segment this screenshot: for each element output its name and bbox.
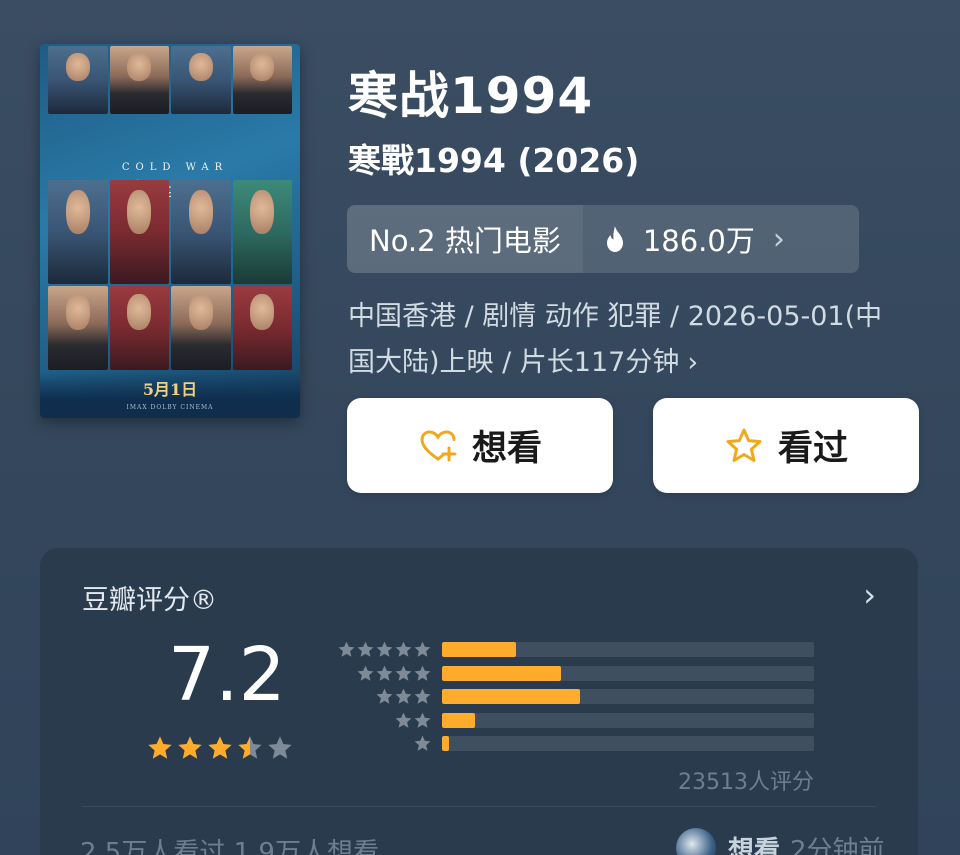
rating-distribution: [336, 638, 814, 756]
rating-distribution-track: [442, 665, 814, 681]
rating-distribution-stars: [336, 687, 432, 706]
rating-stars: [146, 734, 294, 762]
movie-meta-text: 中国香港 / 剧情 动作 犯罪 / 2026-05-01(中国大陆)上映 / 片…: [348, 301, 883, 378]
movie-poster[interactable]: COLD WAR 寒 1994 戰 5月1日 IMAX DOLBY CINEMA: [40, 44, 300, 418]
star-icon: [395, 688, 412, 705]
rating-distribution-row: [336, 685, 814, 709]
star-icon: [357, 641, 374, 658]
watch-stats: 2.5万人看过 1.9万人想看: [80, 838, 379, 855]
poster-portrait: [171, 180, 231, 284]
star-icon: [376, 641, 393, 658]
hot-value: 186.0万: [642, 224, 755, 258]
rating-score: 7.2: [168, 632, 286, 718]
poster-release-date: 5月1日: [142, 380, 198, 399]
poster-portrait: [232, 286, 292, 370]
divider: [82, 806, 876, 807]
movie-meta[interactable]: 中国香港 / 剧情 动作 犯罪 / 2026-05-01(中国大陆)上映 / 片…: [348, 294, 908, 386]
avatar: [676, 828, 716, 855]
rating-distribution-bar: [442, 642, 517, 658]
movie-title: 寒战1994: [348, 67, 594, 125]
poster-row-middle: [48, 180, 292, 284]
poster-portrait: [109, 180, 169, 284]
poster-footer: 5月1日 IMAX DOLBY CINEMA: [40, 372, 300, 418]
rating-distribution-bar: [442, 689, 580, 705]
rating-distribution-track: [442, 736, 814, 752]
star-icon: [338, 641, 355, 658]
rating-distribution-row: [336, 638, 814, 662]
rating-distribution-bar: [442, 736, 450, 752]
rating-distribution-stars: [336, 711, 432, 730]
chevron-right-icon[interactable]: ›: [863, 576, 876, 614]
rating-distribution-row: [336, 662, 814, 686]
poster-top-label: COLD WAR: [121, 162, 229, 173]
star-icon: [208, 736, 232, 759]
poster-portrait: [48, 180, 108, 284]
star-outline-icon: [726, 428, 762, 462]
poster-portrait: [109, 46, 169, 114]
heart-plus-icon: [420, 429, 457, 461]
rating-distribution-track: [442, 712, 814, 728]
star-icon: [395, 665, 412, 681]
rating-distribution-bar: [442, 665, 562, 681]
fire-icon: [606, 226, 623, 252]
want-to-watch-label: 想看: [471, 429, 542, 469]
want-to-watch-button[interactable]: 想看: [347, 398, 613, 493]
rating-card[interactable]: 豆瓣评分® › 7.2 23513人评分 2.5万人看过 1.9万人想看 想看 …: [40, 548, 918, 855]
star-icon: [414, 712, 431, 728]
rating-label: 豆瓣评分®: [82, 585, 217, 616]
rating-count: 23513人评分: [678, 770, 814, 795]
rating-distribution-bar: [442, 712, 476, 728]
star-icon: [268, 736, 292, 759]
star-icon: [395, 712, 412, 728]
star-icon: [357, 665, 374, 681]
watched-label: 看过: [777, 429, 848, 469]
rating-distribution-track: [442, 642, 814, 658]
star-icon: [376, 665, 393, 681]
star-icon: [148, 736, 172, 759]
poster-portrait: [48, 286, 108, 370]
poster-portrait: [171, 286, 231, 370]
poster-portrait: [232, 180, 292, 284]
friend-activity-action: 想看: [728, 835, 781, 855]
star-icon: [395, 641, 412, 658]
rating-distribution-stars: [336, 640, 432, 659]
movie-original-title: 寒戰1994 (2026): [348, 141, 640, 180]
poster-row-bottom: [48, 286, 292, 370]
star-icon: [238, 736, 262, 759]
poster-portrait: [109, 286, 169, 370]
poster-portrait: [232, 46, 292, 114]
star-icon: [178, 736, 202, 759]
star-icon: [414, 688, 431, 705]
poster-portrait: [48, 46, 108, 114]
star-icon: [414, 735, 431, 752]
rank-bar[interactable]: No.2 热门电影 186.0万 ›: [347, 205, 859, 273]
rating-distribution-row: [336, 709, 814, 733]
poster-credits: IMAX DOLBY CINEMA: [126, 404, 214, 411]
rating-distribution-stars: [336, 734, 432, 753]
friend-activity-time: 2分钟前: [790, 835, 885, 855]
star-icon: [376, 688, 393, 705]
poster-row-top: [48, 46, 292, 114]
rank-label: No.2 热门电影: [347, 205, 583, 273]
chevron-right-icon: ›: [772, 221, 785, 257]
rating-distribution-row: [336, 732, 814, 756]
friend-activity[interactable]: 想看 2分钟前: [676, 828, 885, 855]
star-icon: [414, 665, 431, 681]
chevron-right-icon: ›: [687, 347, 699, 378]
rating-distribution-stars: [336, 664, 432, 683]
rating-distribution-track: [442, 689, 814, 705]
hot-value-section: 186.0万 ›: [583, 218, 859, 260]
watched-button[interactable]: 看过: [653, 398, 919, 493]
star-icon: [414, 641, 431, 658]
poster-portrait: [171, 46, 231, 114]
